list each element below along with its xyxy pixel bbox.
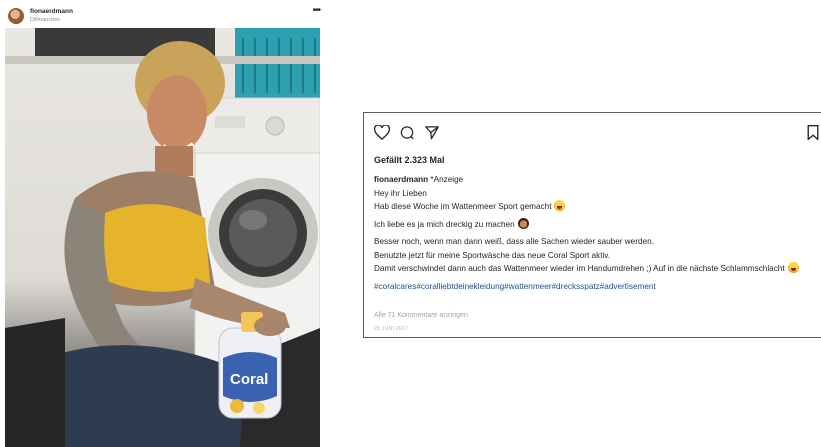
comment-icon[interactable]: [399, 125, 415, 145]
caption-line-text: Hab diese Woche im Wattenmeer Sport gema…: [374, 202, 552, 211]
caption-tag: *Anzeige: [430, 175, 464, 184]
avatar[interactable]: [8, 8, 24, 24]
grinning-emoji-icon: [554, 200, 566, 211]
caption-line: Ich liebe es ja mich dreckig zu machen: [374, 217, 814, 232]
view-comments-link[interactable]: Alle 71 Kommentare anzeigen: [374, 312, 468, 319]
grinning-emoji-icon: [787, 262, 799, 273]
post-date: 25 JUNI 2017: [374, 326, 409, 332]
share-icon[interactable]: [424, 125, 440, 145]
more-horizontal-icon[interactable]: •••: [312, 6, 320, 16]
caption-line: Hey ihr Lieben: [374, 188, 427, 198]
caption-line: Hab diese Woche im Wattenmeer Sport gema…: [374, 200, 814, 214]
post-header: fionaerdmann Dillmanchen •••: [8, 6, 321, 28]
caption-line-text: Ich liebe es ja mich dreckig zu machen: [374, 219, 515, 229]
svg-text:Coral: Coral: [230, 371, 268, 388]
heart-icon[interactable]: [373, 124, 391, 145]
likes-count[interactable]: Gefällt 2.323 Mal: [374, 155, 445, 165]
post-photo[interactable]: Coral: [5, 28, 320, 447]
caption-author[interactable]: fionaerdmann: [374, 175, 428, 184]
photo-illustration: Coral: [5, 28, 320, 447]
post-username[interactable]: fionaerdmann: [30, 8, 73, 15]
caption-line: Benutzte jetzt für meine Sportwäsche das…: [374, 250, 611, 260]
woman-emoji-icon: [517, 217, 529, 229]
caption-text: fionaerdmann *Anzeige Hey ihr Lieben Hab…: [374, 173, 814, 293]
caption-author-line: fionaerdmann *Anzeige: [374, 173, 814, 187]
bookmark-icon[interactable]: [807, 125, 819, 145]
caption-card: Gefällt 2.323 Mal fionaerdmann *Anzeige …: [363, 112, 821, 338]
caption-line: Damit verschwindet dann auch das Wattenm…: [374, 262, 814, 276]
post-location[interactable]: Dillmanchen: [30, 17, 60, 23]
caption-hashtags[interactable]: #coralcares#coralliebtdeinekleidung#watt…: [374, 280, 814, 294]
caption-line-text: Damit verschwindet dann auch das Wattenm…: [374, 264, 785, 273]
caption-line: Besser noch, wenn man dann weiß, dass al…: [374, 237, 654, 246]
